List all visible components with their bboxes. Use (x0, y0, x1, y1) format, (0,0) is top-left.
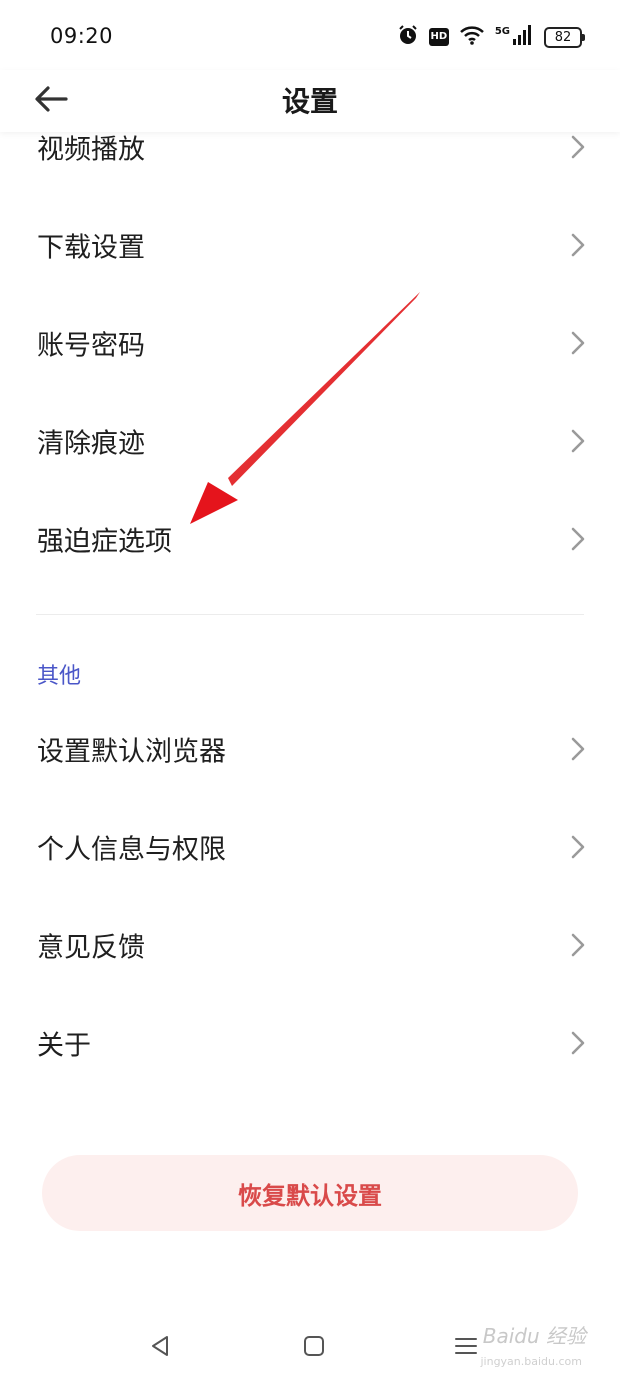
battery-indicator: 82 (544, 26, 585, 48)
app-header: 设置 (0, 70, 620, 132)
chevron-right-icon (570, 134, 586, 160)
section-title-other: 其他 (37, 664, 82, 689)
nav-back-button[interactable] (140, 1328, 180, 1368)
item-label: 意见反馈 (37, 932, 145, 964)
item-label: 清除痕迹 (37, 428, 145, 460)
chevron-right-icon (570, 736, 586, 762)
item-label: 视频播放 (37, 134, 145, 166)
chevron-right-icon (570, 932, 586, 958)
other-item-about[interactable]: 关于 (0, 994, 620, 1092)
item-label: 设置默认浏览器 (37, 736, 226, 768)
other-item-privacy-permissions[interactable]: 个人信息与权限 (0, 798, 620, 896)
nav-home-button[interactable] (294, 1328, 334, 1368)
hd-badge: HD (428, 28, 449, 46)
chevron-right-icon (570, 1030, 586, 1056)
chevron-right-icon (570, 526, 586, 552)
other-item-feedback[interactable]: 意见反馈 (0, 896, 620, 994)
item-label: 个人信息与权限 (37, 834, 226, 866)
network-type: 5G (494, 25, 510, 37)
settings-item-download[interactable]: 下载设置 (0, 196, 620, 294)
square-home-icon (303, 1335, 325, 1361)
alarm-icon (397, 24, 419, 50)
status-icons: HD 5G 82 (397, 24, 585, 50)
item-label: 账号密码 (37, 330, 145, 362)
watermark-url: jingyan.baidu.com (480, 1355, 582, 1368)
chevron-right-icon (570, 834, 586, 860)
triangle-back-icon (149, 1334, 171, 1362)
status-time: 09:20 (50, 24, 114, 48)
section-divider (36, 614, 584, 615)
chevron-right-icon (570, 428, 586, 454)
page-title: 设置 (281, 85, 338, 118)
item-label: 强迫症选项 (37, 526, 172, 558)
baidu-watermark: Baidu 经验 (482, 1324, 586, 1348)
settings-item-account-password[interactable]: 账号密码 (0, 294, 620, 392)
item-label: 下载设置 (37, 232, 145, 264)
chevron-right-icon (570, 232, 586, 258)
settings-item-clear-traces[interactable]: 清除痕迹 (0, 392, 620, 490)
settings-item-ocd-options[interactable]: 强迫症选项 (0, 490, 620, 588)
chevron-right-icon (570, 330, 586, 356)
menu-icon (454, 1336, 478, 1360)
wifi-icon (459, 25, 485, 49)
signal-icon (512, 25, 534, 49)
status-bar: 09:20 HD 5G 82 (0, 0, 620, 70)
other-item-default-browser[interactable]: 设置默认浏览器 (0, 700, 620, 798)
reset-defaults-button[interactable]: 恢复默认设置 (42, 1155, 578, 1231)
item-label: 关于 (37, 1030, 91, 1062)
